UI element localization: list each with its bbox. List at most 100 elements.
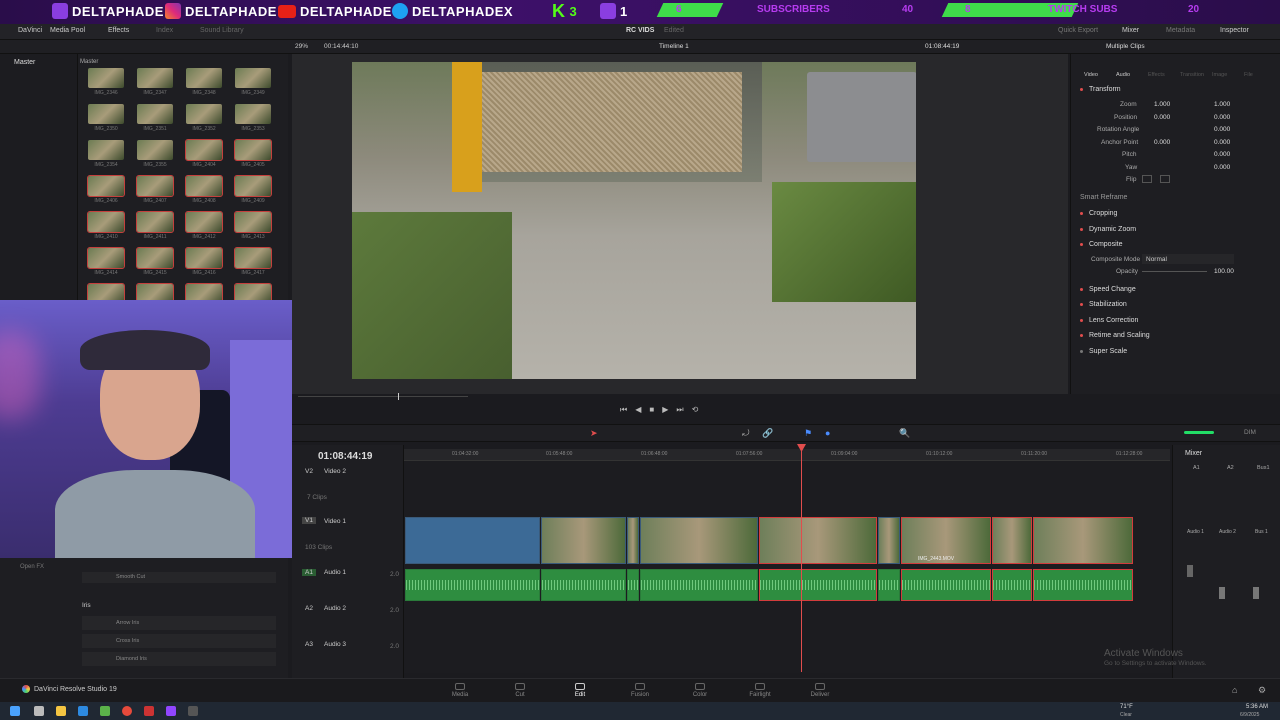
super-scale-section[interactable]: Super Scale [1080,348,1127,355]
page-tab-fairlight[interactable]: Fairlight [740,683,780,698]
audio-clip[interactable] [901,569,991,601]
video-clip[interactable] [992,517,1032,564]
zoom-level[interactable]: 29% [295,43,308,50]
audio-clip[interactable] [759,569,877,601]
opacity-field[interactable]: 100.00 [1214,268,1234,275]
clip-thumbnail[interactable] [87,175,125,197]
timeline-ruler[interactable]: 01:04:32:00 01:05:48:00 01:06:48:00 01:0… [404,449,1170,461]
clip-thumbnail[interactable] [234,175,272,197]
inspector-tab[interactable]: File [1244,72,1253,78]
home-icon[interactable]: ⌂ [1232,685,1237,695]
video-clip[interactable] [405,517,540,564]
inspector-tab[interactable]: Image [1212,72,1227,78]
clip-thumbnail[interactable] [234,211,272,233]
clip-thumbnail[interactable] [185,247,223,269]
davinci-taskbar-icon[interactable] [188,706,198,716]
audio-clip[interactable] [640,569,758,601]
open-fx-group[interactable]: Open FX [20,564,44,570]
effects-button[interactable]: Effects [108,27,129,34]
page-tab-media[interactable]: Media [440,683,480,698]
clip-thumbnail[interactable] [87,211,125,233]
clip-thumbnail[interactable] [185,211,223,233]
scrubber-track[interactable] [298,396,468,397]
clip-thumbnail[interactable] [136,175,174,197]
page-tab-cut[interactable]: Cut [500,683,540,698]
video-clip[interactable] [759,517,877,564]
video-clip[interactable] [1033,517,1133,564]
fader-a1[interactable] [1187,565,1193,577]
marker-icon[interactable]: ● [825,428,830,438]
volume-meter[interactable] [1184,431,1214,434]
clip-thumbnail[interactable] [186,68,222,88]
video-clip[interactable] [878,517,900,564]
speed-change-section[interactable]: Speed Change [1080,286,1136,293]
stabilization-section[interactable]: Stabilization [1080,301,1127,308]
timeline-canvas[interactable] [404,460,1170,673]
index-button[interactable]: Index [156,27,173,34]
anchor-x-field[interactable]: 0.000 [1154,139,1170,146]
inspector-tab[interactable]: Audio [1116,72,1130,78]
retime-scaling-section[interactable]: Retime and Scaling [1080,332,1150,339]
yaw-field[interactable]: 0.000 [1214,164,1230,171]
twitch-icon[interactable] [166,706,176,716]
fader-bus1[interactable] [1253,587,1259,599]
cropping-section[interactable]: Cropping [1080,210,1117,217]
clip-thumbnail[interactable] [137,68,173,88]
clip-thumbnail[interactable] [185,175,223,197]
fader-a2[interactable] [1219,587,1225,599]
clip-thumbnail[interactable] [87,247,125,269]
clip-thumbnail[interactable] [235,68,271,88]
effect-arrow-iris[interactable]: Arrow Iris [82,616,276,630]
audio-clip[interactable] [992,569,1032,601]
app-icon[interactable] [144,706,154,716]
page-tab-fusion[interactable]: Fusion [620,683,660,698]
inspector-tab[interactable]: Effects [1148,72,1165,78]
play-icon[interactable]: ▶ [662,405,668,415]
program-viewer[interactable] [352,62,916,379]
clip-thumbnail[interactable] [136,211,174,233]
clip-thumbnail[interactable] [136,247,174,269]
effect-cross-iris[interactable]: Cross Iris [82,634,276,648]
video-clip[interactable] [640,517,758,564]
dim-button[interactable]: DIM [1244,429,1256,436]
clip-thumbnail[interactable] [234,247,272,269]
smart-reframe-section[interactable]: Smart Reframe [1080,194,1127,201]
zoom-x-field[interactable]: 1.000 [1154,101,1170,108]
app-icon[interactable] [78,706,88,716]
metadata-button[interactable]: Metadata [1166,27,1195,34]
clip-thumbnail[interactable] [235,104,271,124]
page-tab-deliver[interactable]: Deliver [800,683,840,698]
search-icon[interactable] [34,706,44,716]
position-y-field[interactable]: 0.000 [1214,114,1230,121]
video-clip[interactable] [541,517,626,564]
flip-horizontal-button[interactable] [1142,175,1152,183]
clip-thumbnail[interactable] [88,140,124,160]
iris-group-header[interactable]: Iris [82,602,91,609]
effect-diamond-iris[interactable]: Diamond Iris [82,652,276,666]
settings-icon[interactable]: ⚙ [1258,685,1266,696]
position-x-field[interactable]: 0.000 [1154,114,1170,121]
opacity-slider[interactable] [1142,271,1207,272]
clip-thumbnail[interactable] [137,104,173,124]
inspector-tab[interactable]: Video [1084,72,1098,78]
clip-thumbnail[interactable] [88,68,124,88]
audio-clip[interactable] [541,569,626,601]
stop-icon[interactable]: ■ [649,405,654,415]
audio-clip[interactable] [1033,569,1133,601]
master-bin[interactable]: Master [14,59,35,66]
flip-vertical-button[interactable] [1160,175,1170,183]
audio-clip[interactable] [627,569,639,601]
rotation-field[interactable]: 0.000 [1214,126,1230,133]
media-pool-button[interactable]: Media Pool [50,27,85,34]
zoom-y-field[interactable]: 1.000 [1214,101,1230,108]
clip-thumbnail[interactable] [234,139,272,161]
effect-smooth-cut[interactable]: Smooth Cut [82,572,276,583]
timeline-playhead[interactable] [801,446,802,672]
zoom-icon[interactable]: 🔍 [899,428,910,439]
track-v1-id[interactable]: V1 [302,517,316,524]
inspector-tab[interactable]: Transition [1180,72,1204,78]
clip-thumbnail[interactable] [137,140,173,160]
page-tab-color[interactable]: Color [680,683,720,698]
audio-clip[interactable] [878,569,900,601]
mixer-button[interactable]: Mixer [1122,27,1139,34]
